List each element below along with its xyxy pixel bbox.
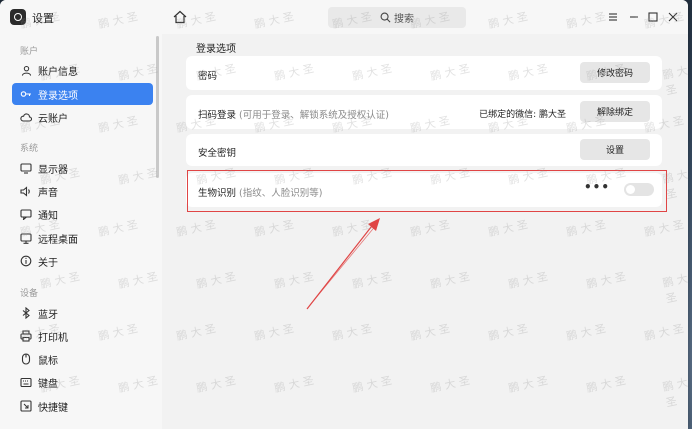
biometric-label: 生物识别 (指纹、人脸识别等) [198, 185, 322, 199]
sidebar-item-label: 显示器 [38, 164, 68, 176]
sidebar: 账户 账户信息 登录选项 云账户 系统 显示器 声音 通知 远程桌面 关于 设备… [0, 34, 162, 429]
printer-icon [20, 330, 32, 342]
qr-login-label: 扫码登录 (可用于登录、解锁系统及授权认证) [198, 107, 389, 121]
sidebar-item-label: 快捷键 [38, 402, 68, 414]
unbind-button[interactable]: 解除绑定 [580, 101, 650, 122]
page-title: 登录选项 [196, 44, 236, 55]
shortcut-icon [20, 400, 32, 412]
notification-icon [20, 208, 32, 220]
sidebar-item-label: 鼠标 [38, 355, 58, 367]
change-password-button[interactable]: 修改密码 [580, 62, 650, 83]
sidebar-item-label: 账户信息 [38, 66, 78, 78]
settings-window: 设置 搜索 账户 账户信息 登录选项 云账户 系统 显示器 声音 通知 远程桌面… [0, 0, 688, 429]
close-icon[interactable] [666, 10, 680, 24]
mouse-icon [20, 353, 32, 365]
bluetooth-icon [20, 307, 32, 319]
home-icon[interactable] [172, 9, 188, 25]
sidebar-item-label: 远程桌面 [38, 234, 78, 246]
password-label: 密码 [198, 71, 218, 82]
sidebar-item-cloud-account[interactable]: 云账户 [12, 106, 153, 128]
sidebar-item-bluetooth[interactable]: 蓝牙 [12, 302, 153, 324]
biometric-row: 生物识别 (指纹、人脸识别等) ••• [186, 173, 662, 207]
sidebar-item-display[interactable]: 显示器 [12, 157, 153, 179]
sidebar-item-sound[interactable]: 声音 [12, 180, 153, 202]
sidebar-item-label: 蓝牙 [38, 309, 58, 321]
settings-app-icon [10, 9, 26, 25]
sidebar-item-login-options[interactable]: 登录选项 [12, 83, 153, 105]
key-icon [20, 88, 32, 100]
user-icon [20, 64, 32, 76]
security-key-label: 安全密钥 [198, 148, 237, 159]
biometric-toggle[interactable] [624, 183, 654, 196]
title-bar: 设置 搜索 [0, 0, 688, 34]
monitor-icon [20, 162, 32, 174]
sidebar-item-keyboard[interactable]: 键盘 [12, 371, 153, 393]
password-row: 密码 修改密码 [186, 56, 662, 90]
main-content: 登录选项 密码 修改密码 扫码登录 (可用于登录、解锁系统及授权认证) 已绑定的… [162, 34, 688, 429]
qr-login-hint: (可用于登录、解锁系统及授权认证) [239, 110, 389, 121]
sidebar-item-shortcuts[interactable]: 快捷键 [12, 395, 153, 417]
security-key-row: 安全密钥 设置 [186, 134, 662, 166]
window-title: 设置 [32, 12, 54, 25]
sidebar-item-label: 键盘 [38, 378, 58, 390]
more-options-icon[interactable]: ••• [584, 180, 610, 194]
info-icon [20, 255, 32, 267]
search-placeholder: 搜索 [394, 14, 414, 25]
sidebar-item-label: 登录选项 [38, 90, 78, 102]
sidebar-item-printer[interactable]: 打印机 [12, 325, 153, 347]
minimize-icon[interactable] [627, 10, 641, 24]
sidebar-item-mouse[interactable]: 鼠标 [12, 348, 153, 370]
biometric-title: 生物识别 [198, 188, 237, 199]
biometric-hint: (指纹、人脸识别等) [239, 188, 323, 199]
sidebar-item-account-info[interactable]: 账户信息 [12, 59, 153, 81]
sidebar-scrollbar[interactable] [156, 36, 159, 178]
sidebar-item-remote-desktop[interactable]: 远程桌面 [12, 227, 153, 249]
qr-login-row: 扫码登录 (可用于登录、解锁系统及授权认证) 已绑定的微信: 鹏大圣 解除绑定 [186, 95, 662, 129]
security-key-setup-button[interactable]: 设置 [580, 139, 650, 160]
remote-desktop-icon [20, 232, 32, 244]
sidebar-section-system: 系统 [20, 144, 39, 154]
sidebar-item-label: 声音 [38, 187, 58, 199]
maximize-icon[interactable] [646, 10, 660, 24]
sidebar-item-label: 关于 [38, 257, 58, 269]
sidebar-item-label: 打印机 [38, 332, 68, 344]
keyboard-icon [20, 376, 32, 388]
qr-login-title: 扫码登录 [198, 110, 237, 121]
speaker-icon [20, 185, 32, 197]
bound-wechat-text: 已绑定的微信: 鹏大圣 [479, 110, 566, 120]
sidebar-item-notification[interactable]: 通知 [12, 203, 153, 225]
cloud-icon [20, 111, 32, 123]
sidebar-section-devices: 设备 [20, 289, 39, 299]
search-input[interactable]: 搜索 [328, 7, 466, 28]
sidebar-item-label: 云账户 [38, 113, 68, 125]
sidebar-item-label: 通知 [38, 210, 58, 222]
sidebar-item-about[interactable]: 关于 [12, 250, 153, 272]
menu-icon[interactable] [606, 10, 620, 24]
search-icon [380, 12, 391, 23]
sidebar-section-account: 账户 [20, 47, 39, 57]
